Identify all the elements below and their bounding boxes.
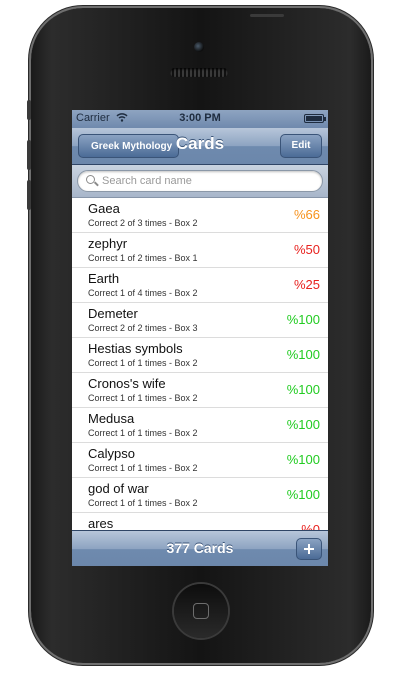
screen: Carrier 3:00 PM Greek Mythology Cards Ed… xyxy=(72,110,328,566)
mute-switch xyxy=(27,100,31,120)
card-row[interactable]: zephyr Correct 1 of 2 times - Box 1 %50 xyxy=(72,233,328,268)
edit-button[interactable]: Edit xyxy=(280,134,322,158)
card-percent: %100 xyxy=(286,452,320,467)
card-detail: Correct 1 of 4 times - Box 2 xyxy=(88,288,198,298)
card-name: god of war xyxy=(88,481,149,496)
power-button xyxy=(250,14,284,17)
card-percent: %100 xyxy=(286,312,320,327)
card-percent: %66 xyxy=(293,207,320,222)
page-title: Cards xyxy=(175,134,225,153)
card-percent: %100 xyxy=(286,382,320,397)
search-icon xyxy=(86,175,95,184)
plus-icon[interactable] xyxy=(296,538,322,560)
card-percent: %100 xyxy=(286,347,320,362)
card-name: ares xyxy=(88,516,114,530)
search-input[interactable] xyxy=(102,171,312,191)
card-list: Gaea Correct 2 of 3 times - Box 2 %66 ze… xyxy=(72,198,328,530)
card-percent: %0 xyxy=(301,522,320,530)
card-detail: Correct 1 of 1 times - Box 2 xyxy=(88,358,198,368)
card-row[interactable]: ares %0 xyxy=(72,513,328,530)
card-percent: %100 xyxy=(286,417,320,432)
card-row[interactable]: god of war Correct 1 of 1 times - Box 2 … xyxy=(72,478,328,513)
card-row[interactable]: Cronos's wife Correct 1 of 1 times - Box… xyxy=(72,373,328,408)
search-field[interactable] xyxy=(77,170,323,192)
speaker-grille xyxy=(170,68,228,77)
volume-down-button xyxy=(27,180,31,210)
card-detail: Correct 1 of 1 times - Box 2 xyxy=(88,428,198,438)
card-percent: %50 xyxy=(293,242,320,257)
card-row[interactable]: Medusa Correct 1 of 1 times - Box 2 %100 xyxy=(72,408,328,443)
card-detail: Correct 1 of 1 times - Box 2 xyxy=(88,393,198,403)
navigation-bar: Greek Mythology Cards Edit xyxy=(72,128,328,165)
home-square-icon xyxy=(193,603,209,619)
card-row[interactable]: Hestias symbols Correct 1 of 1 times - B… xyxy=(72,338,328,373)
card-row[interactable]: Calypso Correct 1 of 1 times - Box 2 %10… xyxy=(72,443,328,478)
status-time: 3:00 PM xyxy=(179,112,221,124)
card-detail: Correct 1 of 2 times - Box 1 xyxy=(88,253,198,263)
card-name: Calypso xyxy=(88,446,135,461)
card-percent: %100 xyxy=(286,487,320,502)
battery-icon xyxy=(304,114,326,123)
card-row[interactable]: Demeter Correct 2 of 2 times - Box 3 %10… xyxy=(72,303,328,338)
card-name: Earth xyxy=(88,271,120,286)
card-name: Medusa xyxy=(88,411,135,426)
card-count: 377 Cards xyxy=(166,540,234,556)
search-bar xyxy=(72,165,328,198)
card-percent: %25 xyxy=(293,277,320,292)
card-name: Cronos's wife xyxy=(88,376,166,391)
back-button[interactable]: Greek Mythology xyxy=(78,134,180,158)
card-detail: Correct 1 of 1 times - Box 2 xyxy=(88,498,198,508)
card-detail: Correct 1 of 1 times - Box 2 xyxy=(88,463,198,473)
bottom-toolbar: 377 Cards xyxy=(72,530,328,566)
card-name: zephyr xyxy=(88,236,128,251)
camera-icon xyxy=(194,42,204,52)
card-row[interactable]: Earth Correct 1 of 4 times - Box 2 %25 xyxy=(72,268,328,303)
card-name: Hestias symbols xyxy=(88,341,183,356)
status-bar: Carrier 3:00 PM xyxy=(72,110,328,128)
home-button[interactable] xyxy=(174,584,228,638)
card-detail: Correct 2 of 3 times - Box 2 xyxy=(88,218,198,228)
card-row[interactable]: Gaea Correct 2 of 3 times - Box 2 %66 xyxy=(72,198,328,233)
card-name: Gaea xyxy=(88,201,120,216)
card-detail: Correct 2 of 2 times - Box 3 xyxy=(88,323,198,333)
volume-up-button xyxy=(27,140,31,170)
card-name: Demeter xyxy=(88,306,138,321)
